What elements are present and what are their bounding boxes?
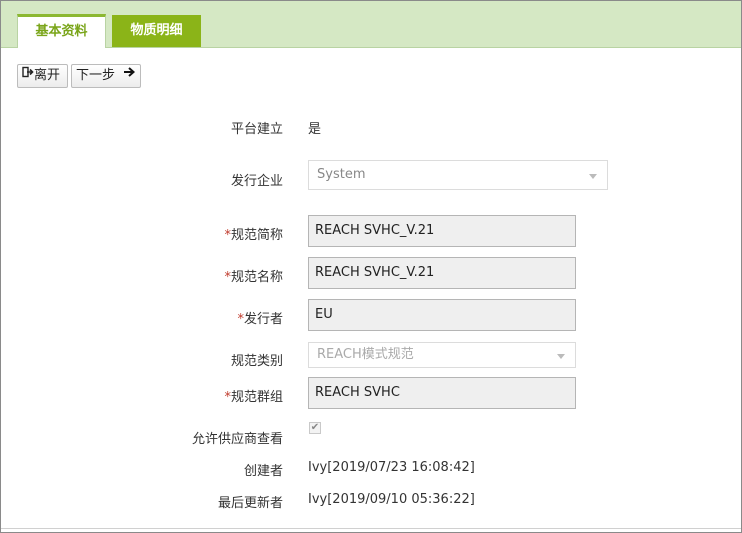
- last-updater-label: 最后更新者: [217, 496, 283, 511]
- issuing-company-label: 发行企业: [230, 174, 283, 189]
- issuer-label: *发行者: [93, 308, 283, 327]
- allow-supplier-view-label: 允许供应商查看: [191, 432, 283, 447]
- chevron-down-icon: [589, 174, 597, 179]
- spec-short-name-input[interactable]: REACH SVHC_V.21: [308, 215, 576, 247]
- issuer-input[interactable]: EU: [308, 299, 576, 331]
- next-step-button[interactable]: 下一步: [71, 64, 141, 88]
- bottom-divider: [1, 528, 741, 529]
- window-frame: 基本资料 物质明细 离开 下一步 平台建立 是 发行企业 System *规范简…: [0, 0, 742, 533]
- tab-basic-info[interactable]: 基本资料: [17, 14, 106, 48]
- allow-supplier-view-checkbox[interactable]: ✔: [309, 422, 321, 434]
- spec-category-value: REACH模式规范: [317, 347, 414, 362]
- tab-substance-details[interactable]: 物质明细: [112, 15, 201, 47]
- arrow-right-icon: [123, 64, 136, 86]
- spec-name-input[interactable]: REACH SVHC_V.21: [308, 257, 576, 289]
- platform-created-label: 平台建立: [230, 122, 283, 137]
- spec-group-label: *规范群组: [93, 386, 283, 405]
- leave-button[interactable]: 离开: [17, 64, 68, 88]
- issuer-label-text: 发行者: [243, 312, 283, 327]
- creator-label: 创建者: [243, 464, 283, 479]
- issuing-company-value: System: [317, 167, 366, 182]
- platform-created-value: 是: [308, 122, 322, 137]
- spec-short-name-label: *规范简称: [93, 224, 283, 243]
- spec-name-label: *规范名称: [93, 266, 283, 285]
- spec-category-label: 规范类别: [230, 354, 283, 369]
- last-updater-value: Ivy[2019/09/10 05:36:22]: [308, 492, 475, 507]
- spec-category-select[interactable]: REACH模式规范: [308, 342, 576, 368]
- chevron-down-icon: [557, 354, 565, 359]
- spec-group-label-text: 规范群组: [230, 390, 283, 405]
- issuing-company-select[interactable]: System: [308, 160, 608, 190]
- spec-group-input[interactable]: REACH SVHC: [308, 377, 576, 409]
- tab-bar: 基本资料 物质明细: [1, 1, 741, 48]
- exit-icon: [22, 64, 34, 86]
- next-step-label: 下一步: [76, 68, 116, 83]
- spec-short-name-label-text: 规范简称: [230, 228, 283, 243]
- leave-label: 离开: [34, 68, 61, 83]
- spec-name-label-text: 规范名称: [230, 270, 283, 285]
- creator-value: Ivy[2019/07/23 16:08:42]: [308, 460, 475, 475]
